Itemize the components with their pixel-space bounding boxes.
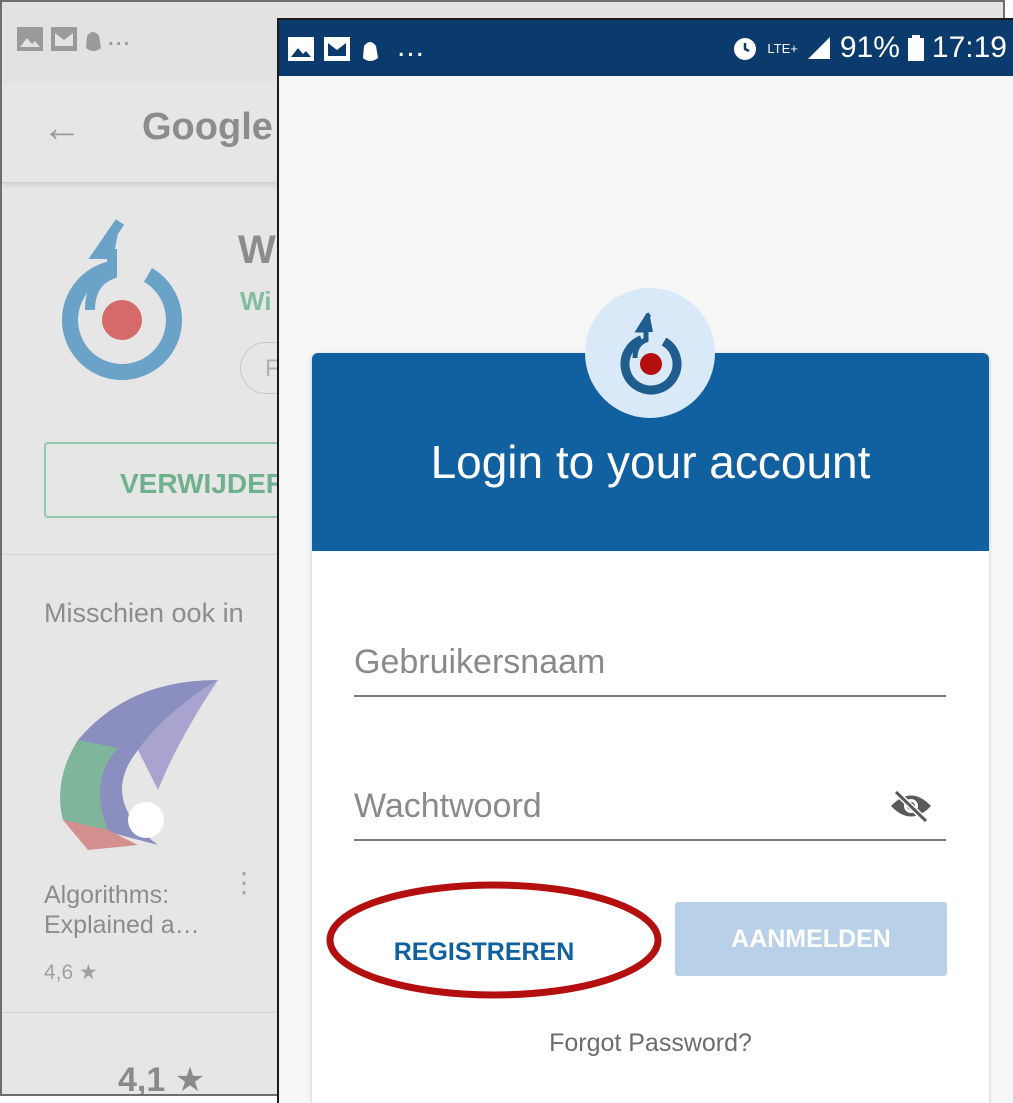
- battery-icon: [907, 35, 924, 61]
- gallery-icon: [17, 27, 43, 51]
- login-card: Login to your account Gebruikersnaam Wac…: [312, 353, 989, 1103]
- back-arrow-icon[interactable]: ←: [42, 106, 82, 151]
- mail-icon: [324, 37, 350, 61]
- login-title: Login to your account: [430, 436, 871, 488]
- password-placeholder: Wachtwoord: [354, 787, 542, 825]
- battery-percent: 91%: [839, 31, 900, 64]
- suggested-app-rating: 4,6 ★: [44, 961, 98, 984]
- forgot-password-link[interactable]: Forgot Password?: [312, 1029, 989, 1058]
- app-name: W: [238, 228, 276, 272]
- mail-icon: [51, 27, 77, 51]
- network-type: LTE+: [767, 40, 798, 56]
- status-overflow: ...: [397, 30, 426, 63]
- suggested-app-name[interactable]: Algorithms: Explained a…: [44, 880, 200, 940]
- hand-icon: [86, 32, 101, 51]
- hand-icon: [363, 42, 378, 61]
- app-bar-title: Google: [142, 106, 273, 148]
- section-title: Misschien ook in: [44, 598, 244, 628]
- app-developer[interactable]: Wi: [240, 286, 272, 317]
- login-screenshot: ... LTE+ 91% 17:19 Login to your account…: [277, 18, 1013, 1103]
- password-field[interactable]: Wachtwoord: [354, 777, 946, 841]
- signal-icon: [807, 37, 830, 59]
- overall-rating: 4,1 ★: [118, 1061, 206, 1096]
- alarm-icon: [734, 38, 757, 60]
- register-button[interactable]: REGISTREREN: [384, 925, 584, 979]
- username-placeholder: Gebruikersnaam: [354, 643, 606, 681]
- login-button[interactable]: AANMELDEN: [675, 902, 947, 976]
- algorithms-app-icon[interactable]: [48, 670, 228, 860]
- visibility-off-icon[interactable]: [888, 789, 934, 823]
- username-field[interactable]: Gebruikersnaam: [354, 633, 946, 697]
- clock: 17:19: [931, 31, 1007, 64]
- gallery-icon: [288, 37, 314, 61]
- more-options-icon[interactable]: ⋮: [230, 869, 258, 897]
- status-right: LTE+ 91% 17:19: [731, 31, 1007, 65]
- commons-logo-icon: [620, 312, 682, 395]
- commons-app-icon: [62, 219, 182, 380]
- status-overflow: ...: [107, 20, 131, 51]
- status-bar: ... LTE+ 91% 17:19: [279, 20, 1013, 76]
- commons-logo: [585, 288, 715, 418]
